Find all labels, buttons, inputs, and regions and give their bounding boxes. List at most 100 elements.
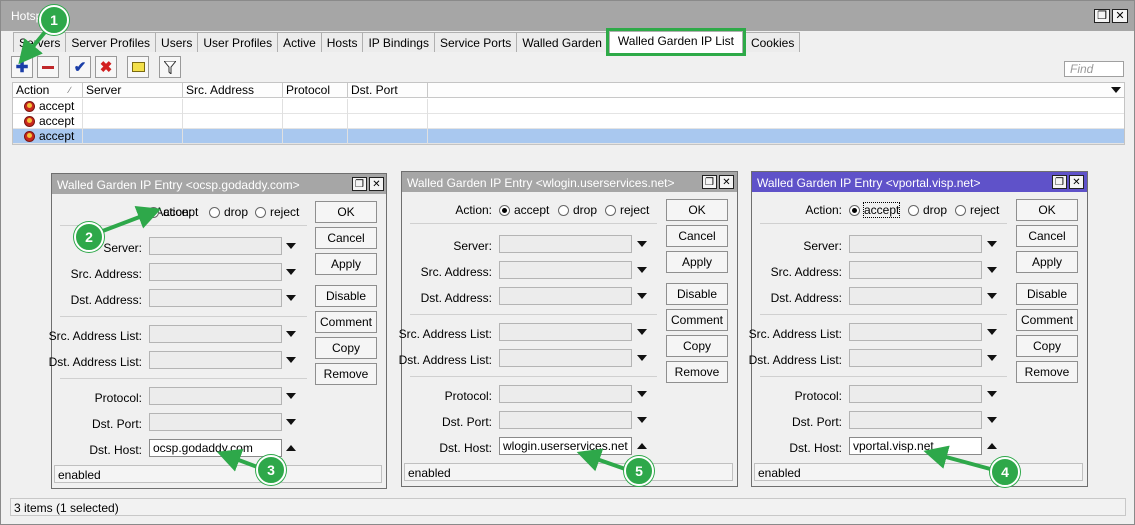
chevron-down-icon[interactable] (987, 293, 997, 299)
column-header-dst-port[interactable]: Dst. Port (348, 83, 428, 98)
chevron-down-icon[interactable] (637, 241, 647, 247)
status-bar: 3 items (1 selected) (10, 498, 1126, 516)
add-icon[interactable]: ✚ (11, 56, 33, 78)
tab-active[interactable]: Active (277, 32, 322, 52)
restore-icon[interactable]: ❐ (702, 175, 717, 189)
action-drop-radio[interactable]: drop (908, 203, 947, 217)
chevron-down-icon[interactable] (286, 269, 296, 275)
dst-address-field[interactable] (149, 289, 282, 307)
dst-host-field[interactable]: wlogin.userservices.net (499, 437, 632, 455)
dst-address-field[interactable] (499, 287, 632, 305)
column-header-protocol[interactable]: Protocol (283, 83, 348, 98)
comment-icon[interactable] (127, 56, 149, 78)
dst-address-list-field[interactable] (499, 349, 632, 367)
close-icon[interactable]: ✕ (369, 177, 384, 191)
dst-address-field[interactable] (849, 287, 982, 305)
tab-hosts[interactable]: Hosts (320, 32, 364, 52)
disable-button[interactable]: Disable (1016, 283, 1078, 305)
tab-service-ports[interactable]: Service Ports (433, 32, 518, 52)
src-address-list-field[interactable] (149, 325, 282, 343)
tab-user-profiles[interactable]: User Profiles (197, 32, 279, 52)
action-accept-radio[interactable]: accept (849, 202, 901, 218)
enable-icon[interactable]: ✔ (69, 56, 91, 78)
column-menu-icon[interactable] (1111, 87, 1121, 93)
action-accept-radio[interactable]: accept (499, 203, 549, 217)
close-icon[interactable]: ✕ (719, 175, 734, 189)
remove-icon[interactable] (37, 56, 59, 78)
apply-button[interactable]: Apply (1016, 251, 1078, 273)
dst-port-field[interactable] (499, 411, 632, 429)
server-field[interactable] (499, 235, 632, 253)
chevron-down-icon[interactable] (637, 417, 647, 423)
dst-address-list-field[interactable] (149, 351, 282, 369)
chevron-down-icon[interactable] (987, 417, 997, 423)
column-header-action[interactable]: Action ∕ (13, 83, 83, 98)
chevron-down-icon[interactable] (987, 391, 997, 397)
chevron-down-icon[interactable] (987, 241, 997, 247)
disable-icon[interactable]: ✖ (95, 56, 117, 78)
tab-server-profiles[interactable]: Server Profiles (65, 32, 157, 52)
filter-icon[interactable] (159, 56, 181, 78)
tab-ip-bindings[interactable]: IP Bindings (362, 32, 435, 52)
chevron-down-icon[interactable] (987, 355, 997, 361)
cancel-button[interactable]: Cancel (1016, 225, 1078, 247)
tab-cookies[interactable]: Cookies (744, 32, 801, 52)
restore-icon[interactable]: ❐ (352, 177, 367, 191)
dst-host-field[interactable]: ocsp.godaddy.com (149, 439, 282, 457)
chevron-up-icon[interactable] (987, 443, 997, 449)
find-input[interactable]: Find (1064, 61, 1124, 77)
dst-host-field[interactable]: vportal.visp.net (849, 437, 982, 455)
tab-servers[interactable]: Servers (13, 32, 67, 52)
src-address-list-field[interactable] (849, 323, 982, 341)
action-drop-radio[interactable]: drop (209, 205, 248, 219)
server-field[interactable] (149, 237, 282, 255)
comment-button[interactable]: Comment (1016, 309, 1078, 331)
tab-walled-garden[interactable]: Walled Garden (516, 32, 608, 52)
tab-walled-garden-ip-list[interactable]: Walled Garden IP List (605, 28, 746, 56)
chevron-down-icon[interactable] (286, 419, 296, 425)
action-reject-radio[interactable]: reject (255, 205, 299, 219)
dst-port-field[interactable] (849, 411, 982, 429)
chevron-down-icon[interactable] (637, 355, 647, 361)
protocol-field[interactable] (849, 385, 982, 403)
protocol-field[interactable] (149, 387, 282, 405)
protocol-field[interactable] (499, 385, 632, 403)
column-header-server[interactable]: Server (83, 83, 183, 98)
remove-button[interactable]: Remove (1016, 361, 1078, 383)
chevron-down-icon[interactable] (286, 243, 296, 249)
server-field[interactable] (849, 235, 982, 253)
chevron-down-icon[interactable] (637, 329, 647, 335)
chevron-down-icon[interactable] (637, 391, 647, 397)
action-accept-radio[interactable]: accept (148, 205, 198, 219)
chevron-down-icon[interactable] (637, 267, 647, 273)
table-row-selected[interactable]: accept (13, 129, 1124, 144)
src-address-field[interactable] (849, 261, 982, 279)
src-address-field[interactable] (149, 263, 282, 281)
src-address-list-field[interactable] (499, 323, 632, 341)
restore-icon[interactable]: ❐ (1052, 175, 1067, 189)
chevron-down-icon[interactable] (286, 357, 296, 363)
chevron-up-icon[interactable] (286, 445, 296, 451)
action-reject-radio[interactable]: reject (605, 203, 649, 217)
copy-button[interactable]: Copy (1016, 335, 1078, 357)
close-icon[interactable]: ✕ (1112, 9, 1128, 23)
chevron-down-icon[interactable] (637, 293, 647, 299)
close-icon[interactable]: ✕ (1069, 175, 1084, 189)
chevron-down-icon[interactable] (286, 295, 296, 301)
table-row[interactable]: accept (13, 99, 1124, 114)
ok-button[interactable]: OK (1016, 199, 1078, 221)
chevron-down-icon[interactable] (987, 267, 997, 273)
restore-icon[interactable]: ❐ (1094, 9, 1110, 23)
column-header-src-address[interactable]: Src. Address (183, 83, 283, 98)
table-row[interactable]: accept (13, 114, 1124, 129)
chevron-down-icon[interactable] (987, 329, 997, 335)
chevron-down-icon[interactable] (286, 393, 296, 399)
action-reject-radio[interactable]: reject (955, 203, 999, 217)
dst-port-field[interactable] (149, 413, 282, 431)
src-address-field[interactable] (499, 261, 632, 279)
tab-users[interactable]: Users (155, 32, 199, 52)
chevron-up-icon[interactable] (637, 443, 647, 449)
chevron-down-icon[interactable] (286, 331, 296, 337)
action-drop-radio[interactable]: drop (558, 203, 597, 217)
dst-address-list-field[interactable] (849, 349, 982, 367)
